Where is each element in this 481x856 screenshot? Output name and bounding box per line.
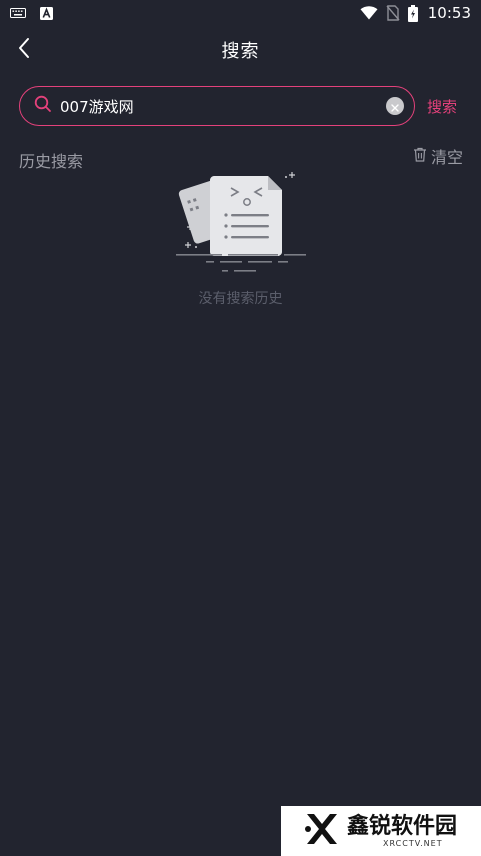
empty-history-text: 没有搜索历史 xyxy=(198,291,283,307)
status-time: 10:53 xyxy=(427,4,471,22)
close-icon xyxy=(391,97,399,116)
no-sim-icon xyxy=(386,5,400,21)
page-title: 搜索 xyxy=(221,41,260,62)
font-a-icon xyxy=(40,6,53,20)
battery-charging-icon xyxy=(407,4,418,22)
empty-history-illustration xyxy=(176,170,306,276)
clear-history-label: 清空 xyxy=(430,148,463,167)
watermark-texts: 鑫锐软件园 XRCCTV.NET xyxy=(347,813,458,848)
search-icon xyxy=(34,95,52,117)
status-left xyxy=(10,6,53,20)
watermark-title: 鑫锐软件园 xyxy=(347,813,458,839)
app-header: 搜索 xyxy=(0,26,481,74)
search-button[interactable]: 搜索 xyxy=(427,96,457,117)
watermark-logo: 鑫锐软件园 XRCCTV.NET xyxy=(281,806,481,856)
watermark-subtitle: XRCCTV.NET xyxy=(383,838,443,848)
status-bar: 10:53 xyxy=(0,0,481,26)
trash-icon xyxy=(413,147,427,166)
clear-history-button[interactable]: 清空 xyxy=(413,144,463,168)
x-logo-icon xyxy=(303,810,341,852)
clear-input-button[interactable] xyxy=(386,97,404,115)
keyboard-icon xyxy=(10,7,26,19)
chevron-left-icon xyxy=(17,37,31,63)
back-button[interactable] xyxy=(10,36,38,64)
search-box[interactable] xyxy=(19,86,415,126)
status-right: 10:53 xyxy=(360,4,471,22)
search-row: 搜索 xyxy=(19,86,465,126)
wifi-icon xyxy=(360,6,378,20)
search-input[interactable] xyxy=(60,97,378,115)
history-title: 历史搜索 xyxy=(19,152,84,171)
